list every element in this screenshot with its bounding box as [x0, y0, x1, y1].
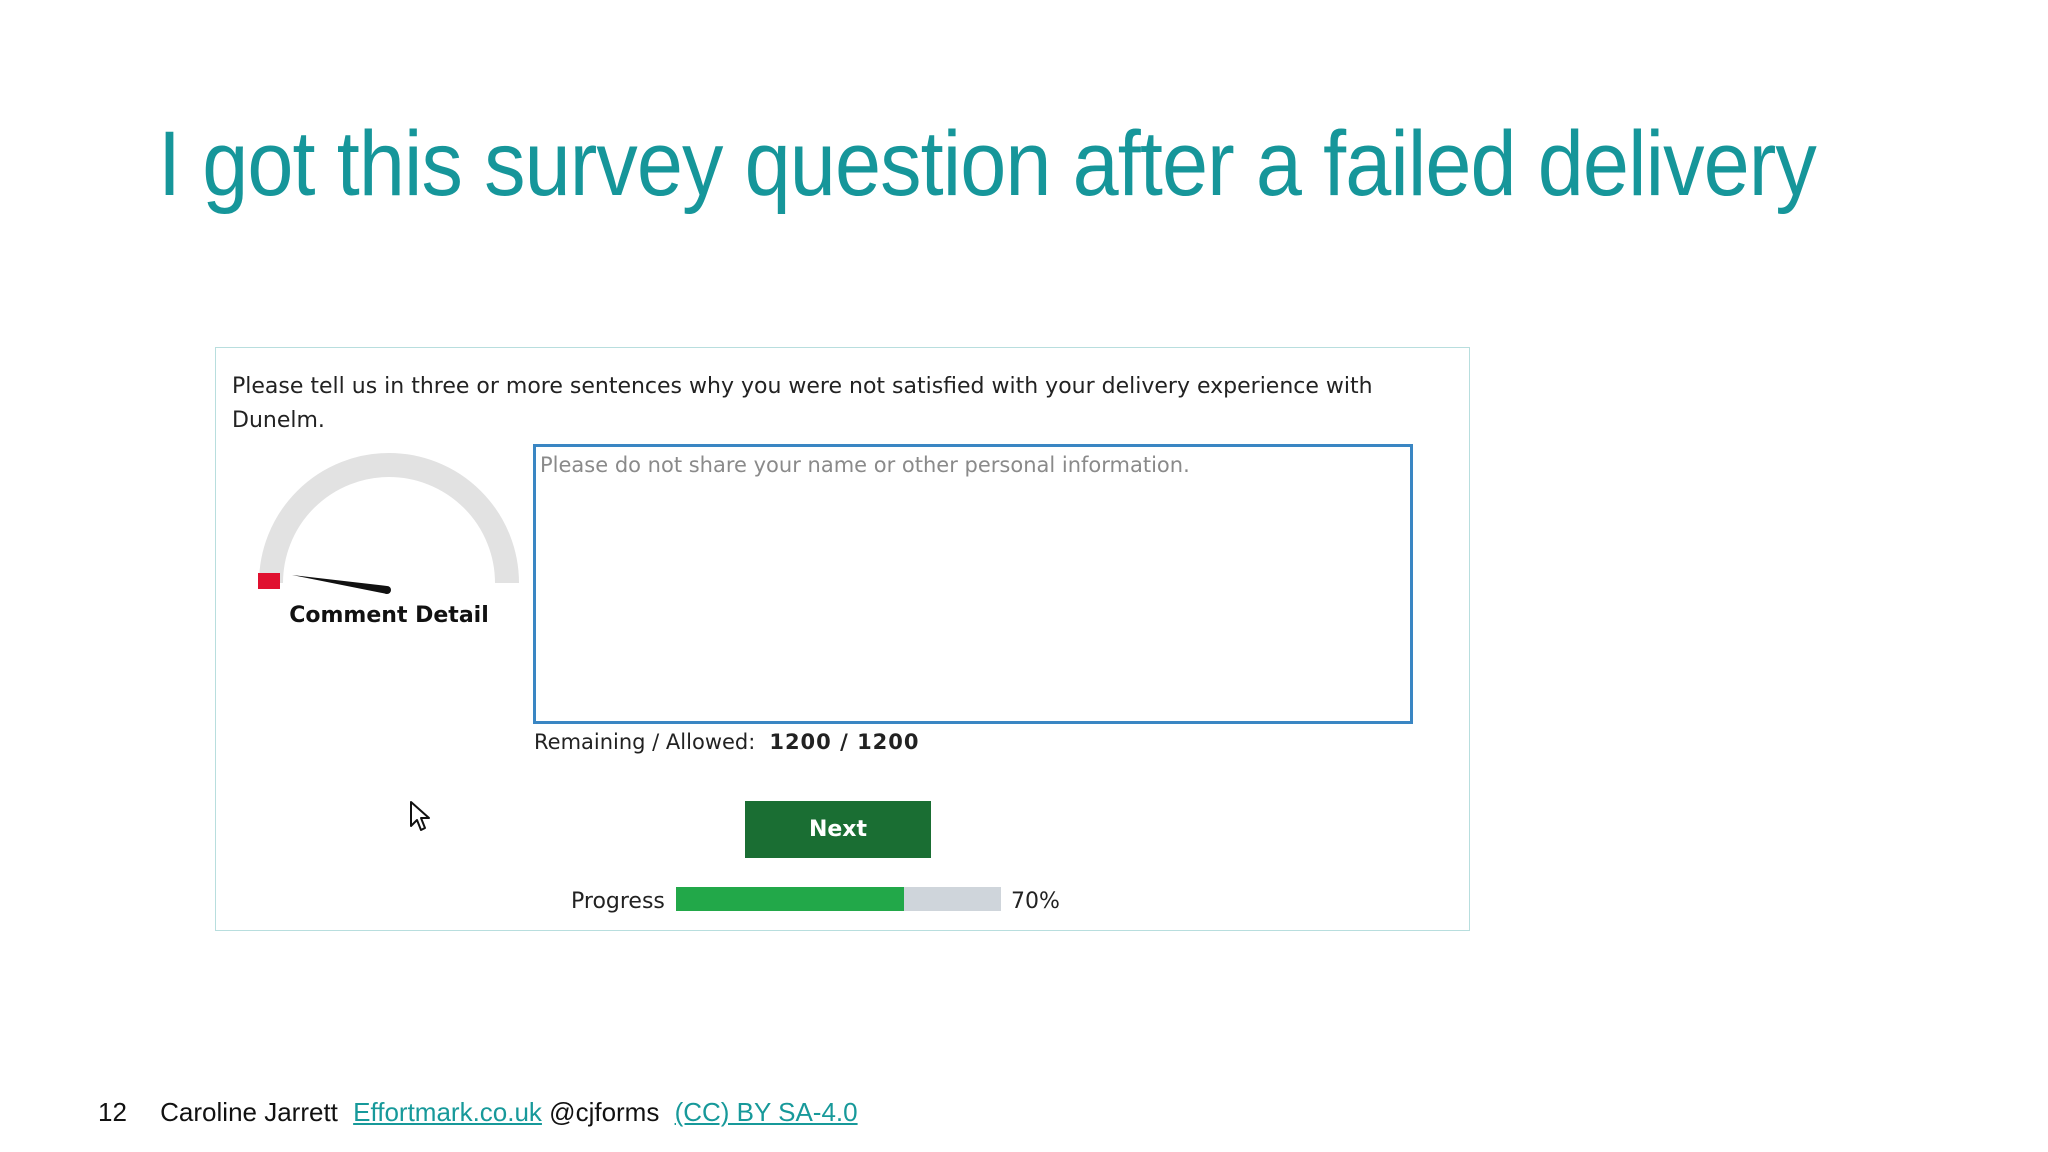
progress-label: Progress [571, 889, 665, 914]
author-name: Caroline Jarrett [160, 1097, 338, 1127]
slide-footer: 12 Caroline Jarrett Effortmark.co.uk @cj… [98, 1097, 858, 1128]
progress-bar [676, 887, 1001, 911]
mouse-pointer-icon [410, 801, 430, 831]
survey-question: Please tell us in three or more sentence… [232, 374, 1373, 433]
comment-detail-gauge: Comment Detail [254, 453, 524, 633]
slide-title: I got this survey question after a faile… [158, 113, 1817, 215]
gauge-label: Comment Detail [289, 603, 489, 628]
counter-label: Remaining / Allowed: [534, 730, 756, 754]
next-button[interactable]: Next [745, 801, 931, 858]
gauge-pivot [383, 586, 391, 594]
author-handle: @cjforms [549, 1097, 660, 1127]
comment-input[interactable] [533, 444, 1413, 724]
gauge-needle [292, 575, 387, 594]
gauge-low-segment [258, 573, 280, 589]
page-number: 12 [98, 1097, 127, 1127]
character-counter: Remaining / Allowed: 1200 / 1200 [534, 730, 920, 754]
gauge-icon [258, 453, 519, 594]
license-link[interactable]: (CC) BY SA-4.0 [675, 1097, 858, 1127]
site-link[interactable]: Effortmark.co.uk [353, 1097, 542, 1127]
progress-fill [676, 887, 904, 911]
gauge-track [259, 453, 519, 584]
survey-panel: Please tell us in three or more sentence… [215, 347, 1470, 931]
progress-percent: 70% [1011, 889, 1060, 914]
counter-value: 1200 / 1200 [769, 730, 920, 754]
